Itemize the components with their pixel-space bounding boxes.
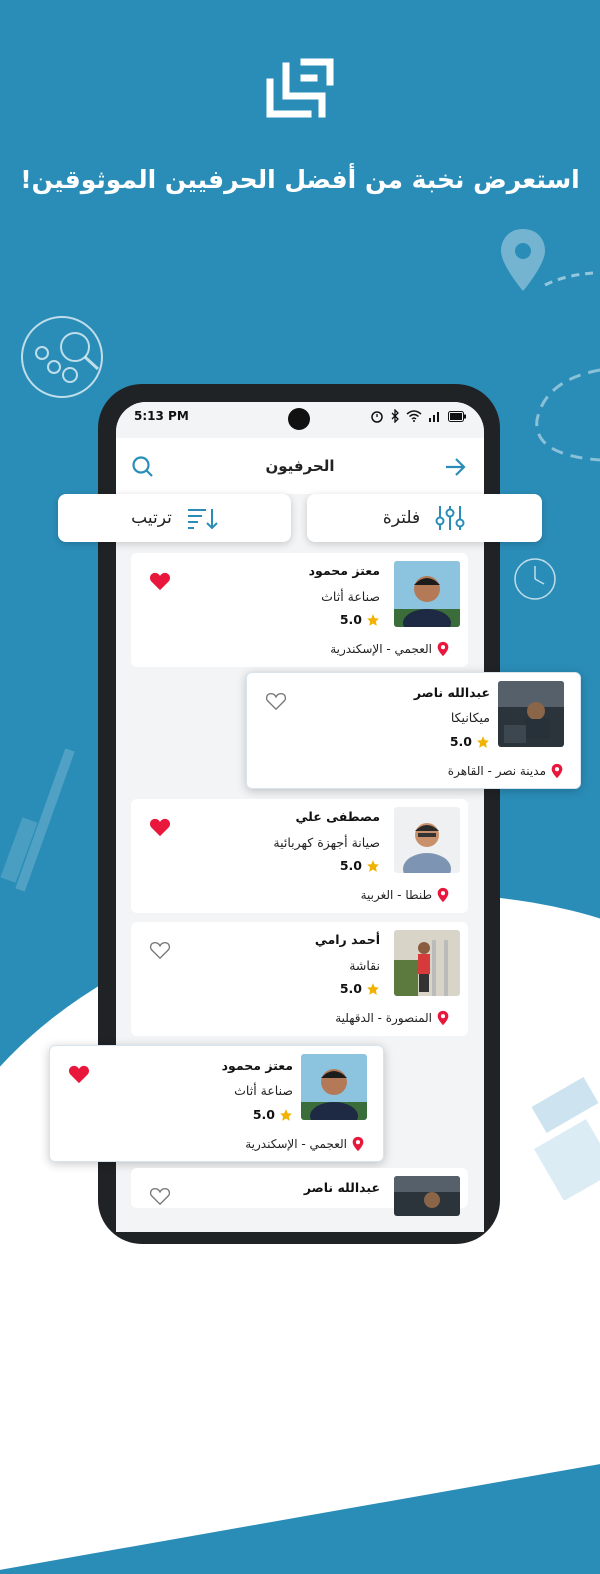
location-text: طنطا - الغربية xyxy=(360,888,432,902)
bluetooth-icon xyxy=(391,409,399,423)
star-icon xyxy=(367,613,379,626)
status-time: 5:13 PM xyxy=(134,409,189,423)
wifi-icon xyxy=(406,410,422,422)
location-pin-icon xyxy=(352,1136,364,1152)
rating: 5.0 xyxy=(340,858,380,873)
heart-filled-icon[interactable] xyxy=(149,817,171,837)
headline: استعرض نخبة من أفضل الحرفيين الموثوقين! xyxy=(20,165,580,194)
craftsman-card[interactable]: معتز محمود صناعة أثاث 5.0 العجمي - الإسك… xyxy=(131,553,468,667)
dashed-path-decoration xyxy=(535,368,600,462)
search-icon[interactable] xyxy=(132,456,154,478)
heart-filled-icon[interactable] xyxy=(68,1064,90,1084)
location: طنطا - الغربية xyxy=(361,887,450,903)
page-title: الحرفيون xyxy=(265,457,335,475)
clock-icon xyxy=(514,558,556,600)
craftsman-card-floating[interactable]: معتز محمود صناعة أثاث 5.0 العجمي - الإسك… xyxy=(49,1045,384,1162)
heart-outline-icon[interactable] xyxy=(149,1186,171,1206)
sort-label: ترتيب xyxy=(131,508,172,528)
signal-icon xyxy=(429,412,439,422)
craftsman-name: عبدالله ناصر xyxy=(413,685,490,700)
craftsman-card[interactable]: أحمد رامي نقاشة 5.0 المنصورة - الدقهلية xyxy=(131,922,468,1036)
location: العجمي - الإسكندرية xyxy=(245,1136,365,1152)
location-pin-icon xyxy=(551,763,563,779)
tool-decoration xyxy=(531,1077,600,1200)
craftsman-name: معتز محمود xyxy=(308,563,380,578)
map-pin-icon xyxy=(501,229,594,291)
avatar xyxy=(394,561,460,627)
rating: 5.0 xyxy=(253,1107,293,1122)
craftsman-card[interactable]: عبدالله ناصر xyxy=(131,1168,468,1216)
people-search-icon xyxy=(21,316,103,398)
rating: 5.0 xyxy=(340,981,380,996)
location-text: العجمي - الإسكندرية xyxy=(330,642,432,656)
avatar xyxy=(394,807,460,873)
rating-value: 5.0 xyxy=(339,612,362,627)
craft-label: نقاشة xyxy=(349,958,380,973)
location-text: العجمي - الإسكندرية xyxy=(245,1137,347,1151)
app-bar: الحرفيون xyxy=(116,438,484,494)
avatar xyxy=(498,681,564,747)
craftsman-name: عبدالله ناصر xyxy=(303,1180,380,1195)
avatar xyxy=(301,1054,367,1120)
brand-logo xyxy=(266,58,334,118)
battery-icon xyxy=(448,410,466,422)
rating-value: 5.0 xyxy=(449,734,472,749)
location-pin-icon xyxy=(437,641,449,657)
location-text: مدينة نصر - القاهرة xyxy=(447,764,546,778)
camera-notch xyxy=(288,408,310,430)
alarm-icon xyxy=(371,411,383,423)
location: مدينة نصر - القاهرة xyxy=(448,763,564,779)
craft-label: ميكانيكا xyxy=(450,710,490,725)
location: المنصورة - الدقهلية xyxy=(335,1010,450,1026)
heart-outline-icon[interactable] xyxy=(265,691,287,711)
filter-button[interactable]: فلترة xyxy=(307,494,542,542)
screwdriver-decoration xyxy=(0,748,75,892)
rating: 5.0 xyxy=(450,734,490,749)
craftsman-card-floating[interactable]: عبدالله ناصر ميكانيكا 5.0 مدينة نصر - ال… xyxy=(246,672,581,789)
location-text: المنصورة - الدقهلية xyxy=(335,1011,432,1025)
rating-value: 5.0 xyxy=(339,858,362,873)
star-icon xyxy=(367,859,379,872)
rating: 5.0 xyxy=(340,612,380,627)
rating-value: 5.0 xyxy=(252,1107,275,1122)
craft-label: صناعة أثاث xyxy=(234,1083,293,1098)
craftsman-name: معتز محمود xyxy=(221,1058,293,1073)
star-icon xyxy=(280,1108,292,1121)
star-icon xyxy=(477,735,489,748)
filter-label: فلترة xyxy=(382,508,421,528)
status-icons xyxy=(370,409,466,423)
craft-label: صيانة أجهزة كهربائية xyxy=(273,835,380,850)
avatar xyxy=(394,930,460,996)
star-icon xyxy=(367,982,379,995)
back-arrow-icon[interactable] xyxy=(444,456,466,478)
craftsman-name: أحمد رامي xyxy=(314,932,380,947)
craftsman-card[interactable]: مصطفى علي صيانة أجهزة كهربائية 5.0 طنطا … xyxy=(131,799,468,913)
sort-button[interactable]: ترتيب xyxy=(58,494,291,542)
filter-sliders-icon xyxy=(435,506,465,530)
sort-icon xyxy=(187,509,218,530)
location: العجمي - الإسكندرية xyxy=(330,641,450,657)
heart-filled-icon[interactable] xyxy=(149,571,171,591)
rating-value: 5.0 xyxy=(339,981,362,996)
avatar xyxy=(394,1176,460,1216)
craft-label: صناعة أثاث xyxy=(321,589,380,604)
heart-outline-icon[interactable] xyxy=(149,940,171,960)
craftsman-name: مصطفى علي xyxy=(295,809,380,824)
location-pin-icon xyxy=(437,887,449,903)
location-pin-icon xyxy=(437,1010,449,1026)
